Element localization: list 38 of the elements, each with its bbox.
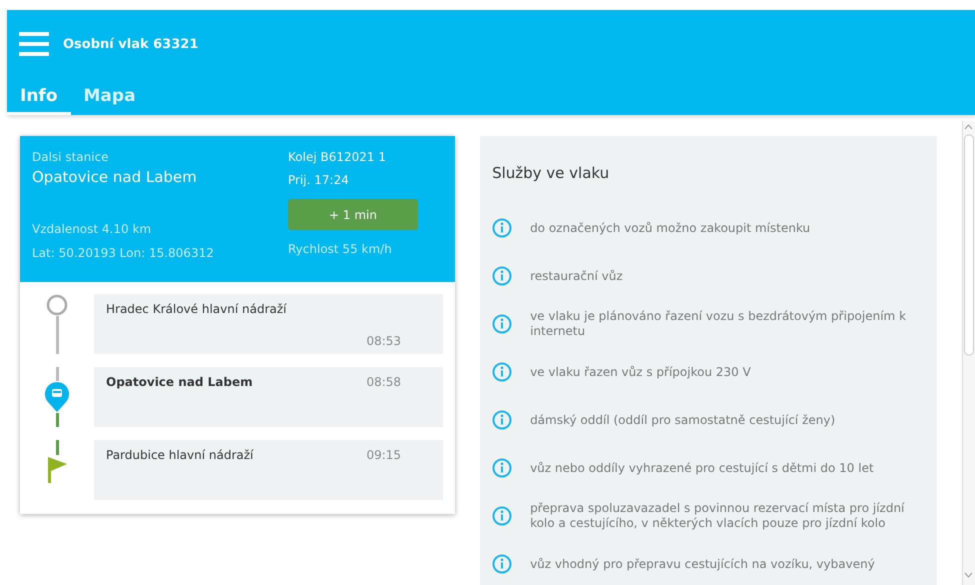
service-text: vůz nebo oddíly vyhrazené pro cestující s dětmi do 10 let xyxy=(530,460,874,476)
service-text: přeprava spoluzavazadel s povinnou rezervací místa pro jízdní kolo a cestujícího, v některých vlacích pouze pro jízdní kolo xyxy=(530,501,906,531)
arrival-text: Prij. 17:24 xyxy=(288,173,350,187)
stop-time: 09:15 xyxy=(366,448,402,462)
info-icon xyxy=(492,458,512,478)
info-icon xyxy=(492,218,512,238)
tab[interactable]: Info xyxy=(7,82,71,115)
station-circle-icon xyxy=(46,294,68,316)
info-icon xyxy=(492,314,512,334)
delay-badge: + 1 min xyxy=(288,199,418,230)
service-text: ve vlaku je plánováno řazení vozu s bezdrátovým připojením k internetu xyxy=(530,309,908,339)
stop-name: Hradec Králové hlavní nádraží xyxy=(106,302,288,318)
tab[interactable]: Mapa xyxy=(70,82,149,115)
stop-name: Opatovice nad Labem xyxy=(106,375,254,391)
position-text: Lat: 50.20193 Lon: 15.806312 xyxy=(32,246,215,260)
next-station-caption: Dalsi stanice xyxy=(32,150,110,164)
track-text: Kolej B612021 1 xyxy=(288,150,387,164)
service-text: restaurační vůz xyxy=(530,268,623,284)
services-title: Služby ve vlaku xyxy=(492,164,610,182)
app-title: Osobní vlak 63321 xyxy=(63,36,198,52)
speed-text: Rychlost 55 km/h xyxy=(288,242,393,256)
info-icon xyxy=(492,554,512,574)
service-text: dámský oddíl (oddíl pro samostatně cestující ženy) xyxy=(530,412,836,428)
stop-time: 08:53 xyxy=(366,334,402,350)
stop-name: Pardubice hlavní nádraží xyxy=(106,448,254,464)
stop-time: 08:58 xyxy=(366,375,402,389)
scrollbar[interactable] xyxy=(962,121,975,585)
info-icon xyxy=(492,410,512,430)
info-icon xyxy=(492,266,512,286)
service-text: vůz vhodný pro přepravu cestujících na vozíku, vybavený xyxy=(530,556,875,572)
menu-icon[interactable] xyxy=(19,32,49,56)
service-text: ve vlaku řazen vůz s přípojkou 230 V xyxy=(530,364,751,380)
next-station-name: Opatovice nad Labem xyxy=(32,168,198,186)
info-icon xyxy=(492,506,512,526)
info-icon xyxy=(492,362,512,382)
train-pin-icon xyxy=(43,381,71,413)
distance-text: Vzdalenost 4.10 km xyxy=(32,222,152,236)
service-text: do označených vozů možno zakoupit místenku xyxy=(530,220,810,236)
